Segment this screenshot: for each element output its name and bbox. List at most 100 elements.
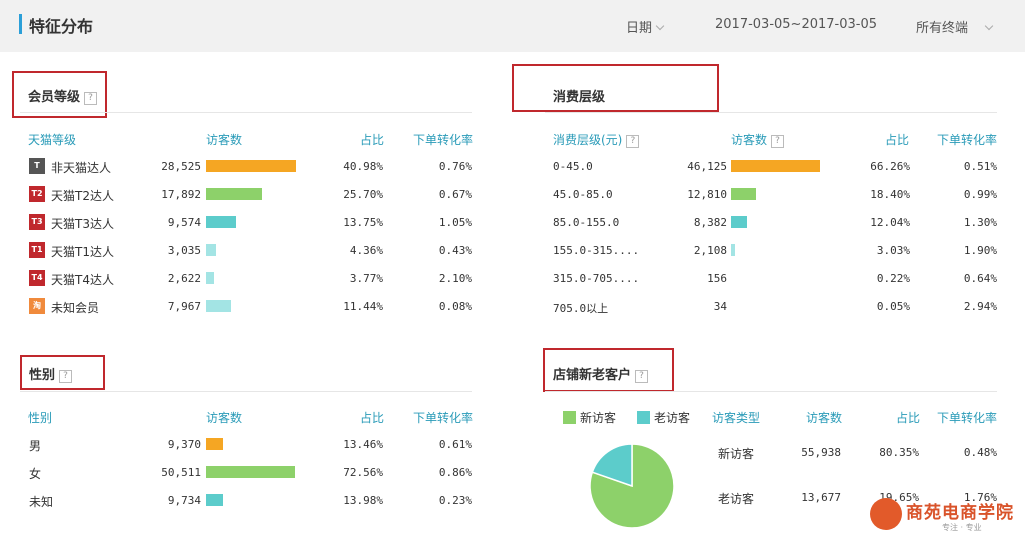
col-header[interactable]: 占比 — [360, 131, 384, 148]
conversion-value: 0.51% — [963, 160, 997, 173]
visitors-value: 7,967 — [167, 300, 201, 313]
legend-old[interactable]: 老访客 — [637, 409, 690, 426]
visitors-value: 17,892 — [161, 188, 201, 201]
gender-panel-title: 性别? — [29, 364, 73, 383]
share-value: 40.98% — [343, 160, 383, 173]
row-label: 天猫T2达人 — [51, 189, 114, 203]
member-title: 会员等级 — [28, 90, 81, 105]
terminal-dropdown[interactable]: 所有终端 — [916, 17, 994, 36]
row-label: 女 — [29, 467, 42, 481]
visitors-value: 13,677 — [801, 491, 841, 504]
share-value: 0.22% — [876, 272, 910, 285]
conversion-value: 0.64% — [963, 272, 997, 285]
row-label: 天猫T1达人 — [51, 245, 114, 259]
conversion-value: 1.05% — [438, 216, 472, 229]
conversion-value: 1.90% — [963, 244, 997, 257]
legend-new[interactable]: 新访客 — [563, 409, 616, 426]
conversion-value: 0.43% — [438, 244, 472, 257]
share-bar — [731, 244, 736, 256]
col-header[interactable]: 消费层级(元)? — [553, 131, 640, 148]
member-panel-title: 会员等级? — [28, 86, 98, 105]
col-header[interactable]: 下单转化率 — [937, 409, 997, 426]
customers-pie-chart — [589, 443, 675, 529]
col-header[interactable]: 占比 — [360, 409, 384, 426]
help-icon[interactable]: ? — [84, 92, 98, 105]
conversion-value: 2.94% — [963, 300, 997, 313]
conversion-value: 0.99% — [963, 188, 997, 201]
share-bar — [206, 160, 296, 172]
brand-logo: 商苑电商学院 专注 · 专业 — [870, 496, 1020, 536]
visitors-value: 8,382 — [693, 216, 727, 229]
col-header[interactable]: 占比 — [885, 131, 909, 148]
share-bar — [206, 244, 216, 256]
col-header[interactable]: 下单转化率 — [413, 131, 473, 148]
visitors-value: 12,810 — [687, 188, 727, 201]
visitors-value: 156 — [707, 272, 727, 285]
share-bar — [206, 494, 224, 506]
legend-label: 老访客 — [654, 411, 691, 425]
share-value: 66.26% — [870, 160, 910, 173]
conversion-value: 0.23% — [438, 494, 472, 507]
col-header[interactable]: 访客数 — [206, 409, 242, 426]
col-header[interactable]: 下单转化率 — [937, 131, 997, 148]
row-label: 天猫T4达人 — [51, 273, 114, 287]
share-value: 13.75% — [343, 216, 383, 229]
help-icon[interactable]: ? — [626, 135, 640, 148]
chevron-down-icon — [655, 21, 665, 31]
date-dropdown[interactable]: 日期 — [626, 17, 665, 36]
share-value: 4.36% — [349, 244, 383, 257]
visitors-value: 9,734 — [167, 494, 201, 507]
tier-icon: T3 — [29, 214, 45, 230]
share-bar — [206, 216, 237, 228]
share-bar — [206, 272, 215, 284]
col-header[interactable]: 占比 — [896, 409, 920, 426]
logo-mark-icon — [870, 498, 902, 530]
highlight-box — [512, 64, 719, 112]
col-header-label: 消费层级(元) — [553, 133, 623, 147]
help-icon[interactable]: ? — [771, 135, 785, 148]
visitors-value: 9,574 — [167, 216, 201, 229]
share-value: 3.03% — [876, 244, 910, 257]
share-value: 11.44% — [343, 300, 383, 313]
date-range[interactable]: 2017-03-05~2017-03-05 — [715, 17, 877, 32]
row-label: 新访客 — [718, 447, 755, 461]
col-header[interactable]: 访客数? — [731, 131, 785, 148]
share-value: 72.56% — [343, 466, 383, 479]
col-header[interactable]: 性别 — [28, 409, 52, 426]
tier-icon: 淘 — [29, 298, 45, 314]
col-header[interactable]: 天猫等级 — [28, 131, 76, 148]
help-icon[interactable]: ? — [635, 370, 649, 383]
visitors-value: 34 — [713, 300, 727, 313]
row-label: 0-45.0 — [553, 160, 593, 173]
share-value: 18.40% — [870, 188, 910, 201]
conversion-value: 0.76% — [438, 160, 472, 173]
visitors-value: 46,125 — [687, 160, 727, 173]
conversion-value: 0.61% — [438, 438, 472, 451]
logo-tagline: 专注 · 专业 — [942, 523, 982, 532]
col-header[interactable]: 访客数 — [206, 131, 242, 148]
date-label: 日期 — [626, 21, 653, 36]
share-value: 12.04% — [870, 216, 910, 229]
help-icon[interactable]: ? — [59, 370, 73, 383]
visitors-value: 28,525 — [161, 160, 201, 173]
share-value: 25.70% — [343, 188, 383, 201]
share-bar — [206, 466, 295, 478]
visitors-value: 2,108 — [693, 244, 727, 257]
legend-swatch — [637, 411, 650, 424]
share-value: 0.05% — [876, 300, 910, 313]
share-bar — [731, 188, 756, 200]
customers-title: 店铺新老客户 — [553, 368, 632, 383]
row-label: 85.0-155.0 — [553, 216, 620, 229]
gender-title: 性别 — [29, 368, 56, 383]
share-value: 13.98% — [343, 494, 383, 507]
divider — [545, 112, 997, 113]
conversion-value: 0.67% — [438, 188, 472, 201]
conversion-value: 0.86% — [438, 466, 472, 479]
row-label: 老访客 — [718, 492, 755, 506]
col-header[interactable]: 访客类型 — [712, 409, 760, 426]
tier-icon: T2 — [29, 186, 45, 202]
row-label: 155.0-315.... — [553, 244, 640, 257]
col-header[interactable]: 下单转化率 — [413, 409, 473, 426]
col-header[interactable]: 访客数 — [806, 409, 842, 426]
share-value: 3.77% — [349, 272, 383, 285]
